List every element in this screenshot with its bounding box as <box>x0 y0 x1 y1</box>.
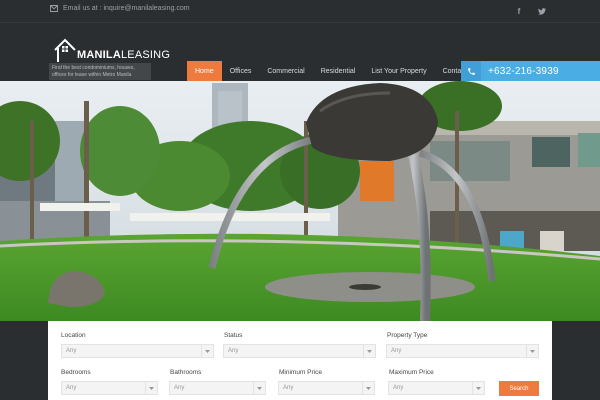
min-price-select[interactable]: Any <box>278 381 375 395</box>
property-type-select[interactable]: Any <box>386 344 539 358</box>
bathrooms-label: Bathrooms <box>170 369 202 376</box>
property-search-form: Location Any Status Any Property Type An… <box>48 321 552 400</box>
max-price-label: Maximum Price <box>389 369 434 376</box>
hero-scene <box>0 81 600 321</box>
site-logo[interactable]: MANILALEASING <box>54 33 170 63</box>
envelope-icon <box>50 5 58 12</box>
main-nav: Home Offices Commercial Residential List… <box>187 61 484 81</box>
chevron-down-icon <box>145 382 157 394</box>
hero-image <box>0 81 600 321</box>
search-button[interactable]: Search <box>499 381 539 396</box>
bedrooms-select[interactable]: Any <box>61 381 158 395</box>
nav-home[interactable]: Home <box>187 61 222 81</box>
twitter-icon <box>538 7 546 15</box>
twitter-link[interactable] <box>535 4 549 18</box>
facebook-link[interactable]: f <box>512 4 526 18</box>
chevron-down-icon <box>362 382 374 394</box>
top-bar: Email us at : inquire@manilaleasing.com … <box>0 0 600 22</box>
max-price-select[interactable]: Any <box>388 381 485 395</box>
chevron-down-icon <box>253 382 265 394</box>
nav-commercial[interactable]: Commercial <box>259 61 312 81</box>
min-price-label: Minimum Price <box>279 369 322 376</box>
house-logo-icon <box>54 38 76 62</box>
chevron-down-icon <box>363 345 375 357</box>
nav-residential[interactable]: Residential <box>313 61 364 81</box>
bathrooms-select[interactable]: Any <box>169 381 266 395</box>
status-select[interactable]: Any <box>223 344 376 358</box>
brand-name: MANILALEASING <box>77 49 171 61</box>
location-select[interactable]: Any <box>61 344 214 358</box>
site-tagline: Find the best condominiums, houses, offi… <box>49 63 151 80</box>
phone-contact[interactable]: +632-216-3939 <box>461 61 600 81</box>
page: Email us at : inquire@manilaleasing.com … <box>0 0 600 400</box>
location-label: Location <box>61 332 86 339</box>
chevron-down-icon <box>472 382 484 394</box>
facebook-icon: f <box>517 6 521 16</box>
email-text: Email us at : inquire@manilaleasing.com <box>63 5 190 12</box>
nav-list-your-property[interactable]: List Your Property <box>363 61 434 81</box>
email-contact[interactable]: Email us at : inquire@manilaleasing.com <box>50 5 190 12</box>
nav-offices[interactable]: Offices <box>222 61 260 81</box>
phone-number: +632-216-3939 <box>488 65 559 77</box>
chevron-down-icon <box>201 345 213 357</box>
chevron-down-icon <box>526 345 538 357</box>
site-header: MANILALEASING Find the best condominiums… <box>0 22 600 81</box>
phone-icon <box>461 61 481 81</box>
status-label: Status <box>224 332 243 339</box>
property-type-label: Property Type <box>387 332 428 339</box>
bedrooms-label: Bedrooms <box>61 369 91 376</box>
